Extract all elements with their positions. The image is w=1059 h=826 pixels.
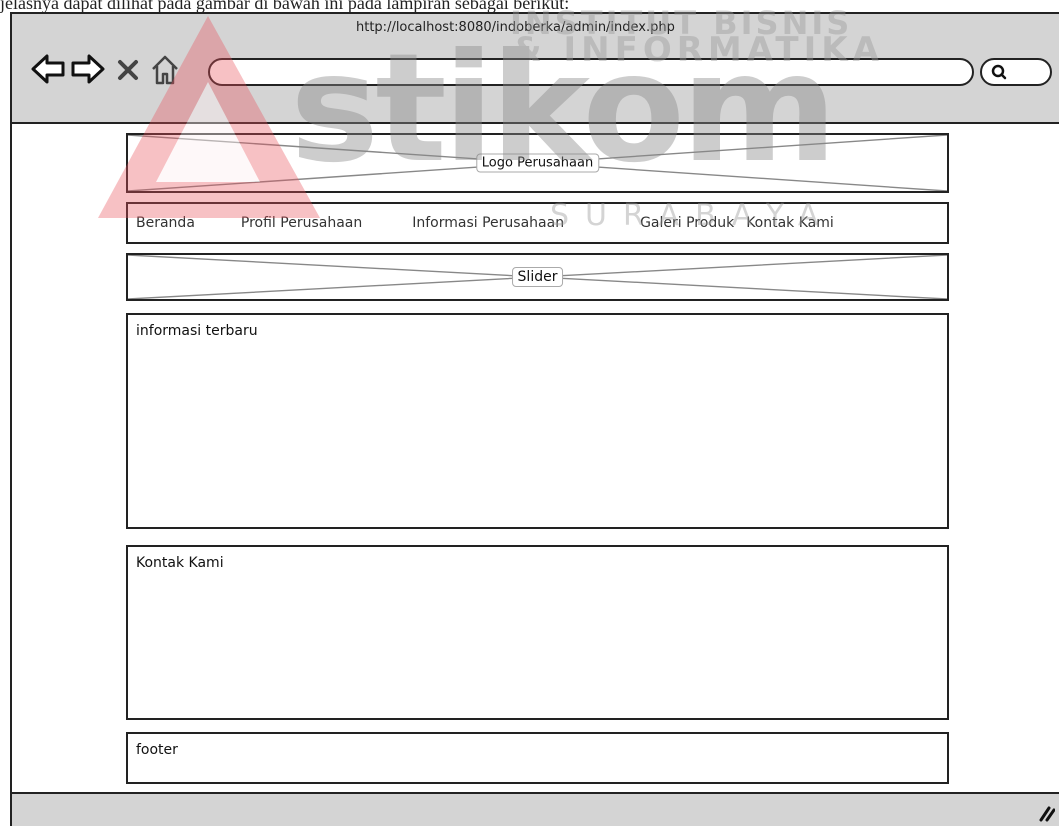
resize-grip-icon[interactable] <box>1035 802 1055 822</box>
slider-placeholder: Slider <box>126 253 949 301</box>
main-navigation: Beranda Profil Perusahaan Informasi Peru… <box>126 202 949 244</box>
footer-label: footer <box>136 742 178 758</box>
footer-section: footer <box>126 732 949 784</box>
logo-label: Logo Perusahaan <box>475 153 600 173</box>
nav-item-beranda[interactable]: Beranda <box>136 215 195 231</box>
search-box[interactable] <box>980 58 1052 86</box>
nav-item-kontak-kami[interactable]: Kontak Kami <box>746 215 834 231</box>
contact-title: Kontak Kami <box>136 555 224 571</box>
search-icon <box>991 64 1007 80</box>
nav-item-informasi-perusahaan[interactable]: Informasi Perusahaan <box>412 215 564 231</box>
page-url-title: http://localhost:8080/indoberka/admin/in… <box>356 20 675 35</box>
close-icon[interactable] <box>116 58 140 82</box>
contact-section: Kontak Kami <box>126 545 949 720</box>
back-arrow-icon[interactable] <box>30 52 66 86</box>
home-icon[interactable] <box>150 54 180 86</box>
slider-label: Slider <box>511 267 564 287</box>
latest-info-section: informasi terbaru <box>126 313 949 529</box>
forward-arrow-icon[interactable] <box>70 52 106 86</box>
browser-statusbar <box>12 792 1059 826</box>
latest-info-title: informasi terbaru <box>136 323 258 339</box>
logo-placeholder: Logo Perusahaan <box>126 133 949 193</box>
address-bar[interactable] <box>208 58 974 86</box>
nav-item-galeri-produk[interactable]: Galeri Produk <box>640 215 734 231</box>
nav-item-profil-perusahaan[interactable]: Profil Perusahaan <box>241 215 362 231</box>
browser-toolbar: http://localhost:8080/indoberka/admin/in… <box>12 14 1059 124</box>
